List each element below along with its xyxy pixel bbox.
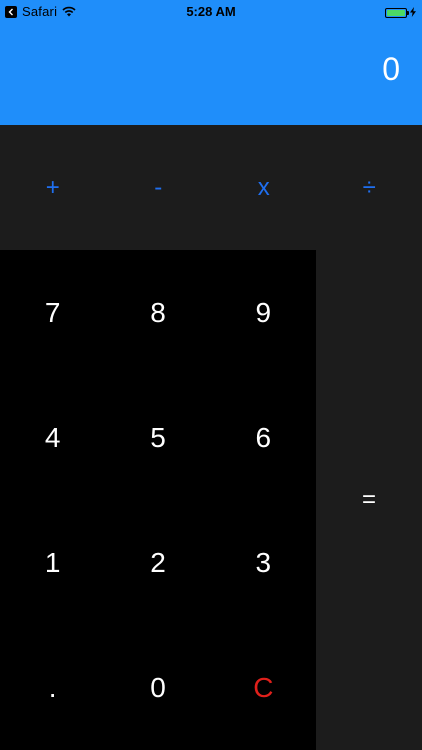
battery-icon: [385, 7, 409, 18]
clear-button[interactable]: C: [211, 625, 316, 750]
battery-level: [387, 9, 405, 16]
number-pad: 7 8 9 4 5 6 1 2 3 . 0 C: [0, 250, 316, 750]
digit-4-button[interactable]: 4: [0, 375, 105, 500]
digit-8-button[interactable]: 8: [105, 250, 210, 375]
divide-button[interactable]: ÷: [317, 125, 422, 250]
digit-0-button[interactable]: 0: [105, 625, 210, 750]
add-button[interactable]: +: [0, 125, 106, 250]
status-bar: Safari 5:28 AM: [0, 0, 422, 22]
result-readout: 0: [382, 51, 400, 87]
display-panel: Safari 5:28 AM 0: [0, 0, 422, 125]
digit-2-button[interactable]: 2: [105, 500, 210, 625]
digit-5-button[interactable]: 5: [105, 375, 210, 500]
equals-button[interactable]: =: [316, 250, 422, 750]
digit-6-button[interactable]: 6: [211, 375, 316, 500]
multiply-button[interactable]: x: [211, 125, 317, 250]
status-time: 5:28 AM: [186, 4, 236, 19]
digit-1-button[interactable]: 1: [0, 500, 105, 625]
digit-7-button[interactable]: 7: [0, 250, 105, 375]
subtract-button[interactable]: -: [106, 125, 212, 250]
status-right: [385, 5, 416, 20]
operator-row: + - x ÷: [0, 125, 422, 250]
digit-9-button[interactable]: 9: [211, 250, 316, 375]
digit-3-button[interactable]: 3: [211, 500, 316, 625]
decimal-point-button[interactable]: .: [0, 625, 105, 750]
calculator-app: Safari 5:28 AM 0 + - x ÷ 7 8 9 4 5 6 1 2…: [0, 0, 422, 750]
charging-bolt-icon: [410, 5, 416, 20]
